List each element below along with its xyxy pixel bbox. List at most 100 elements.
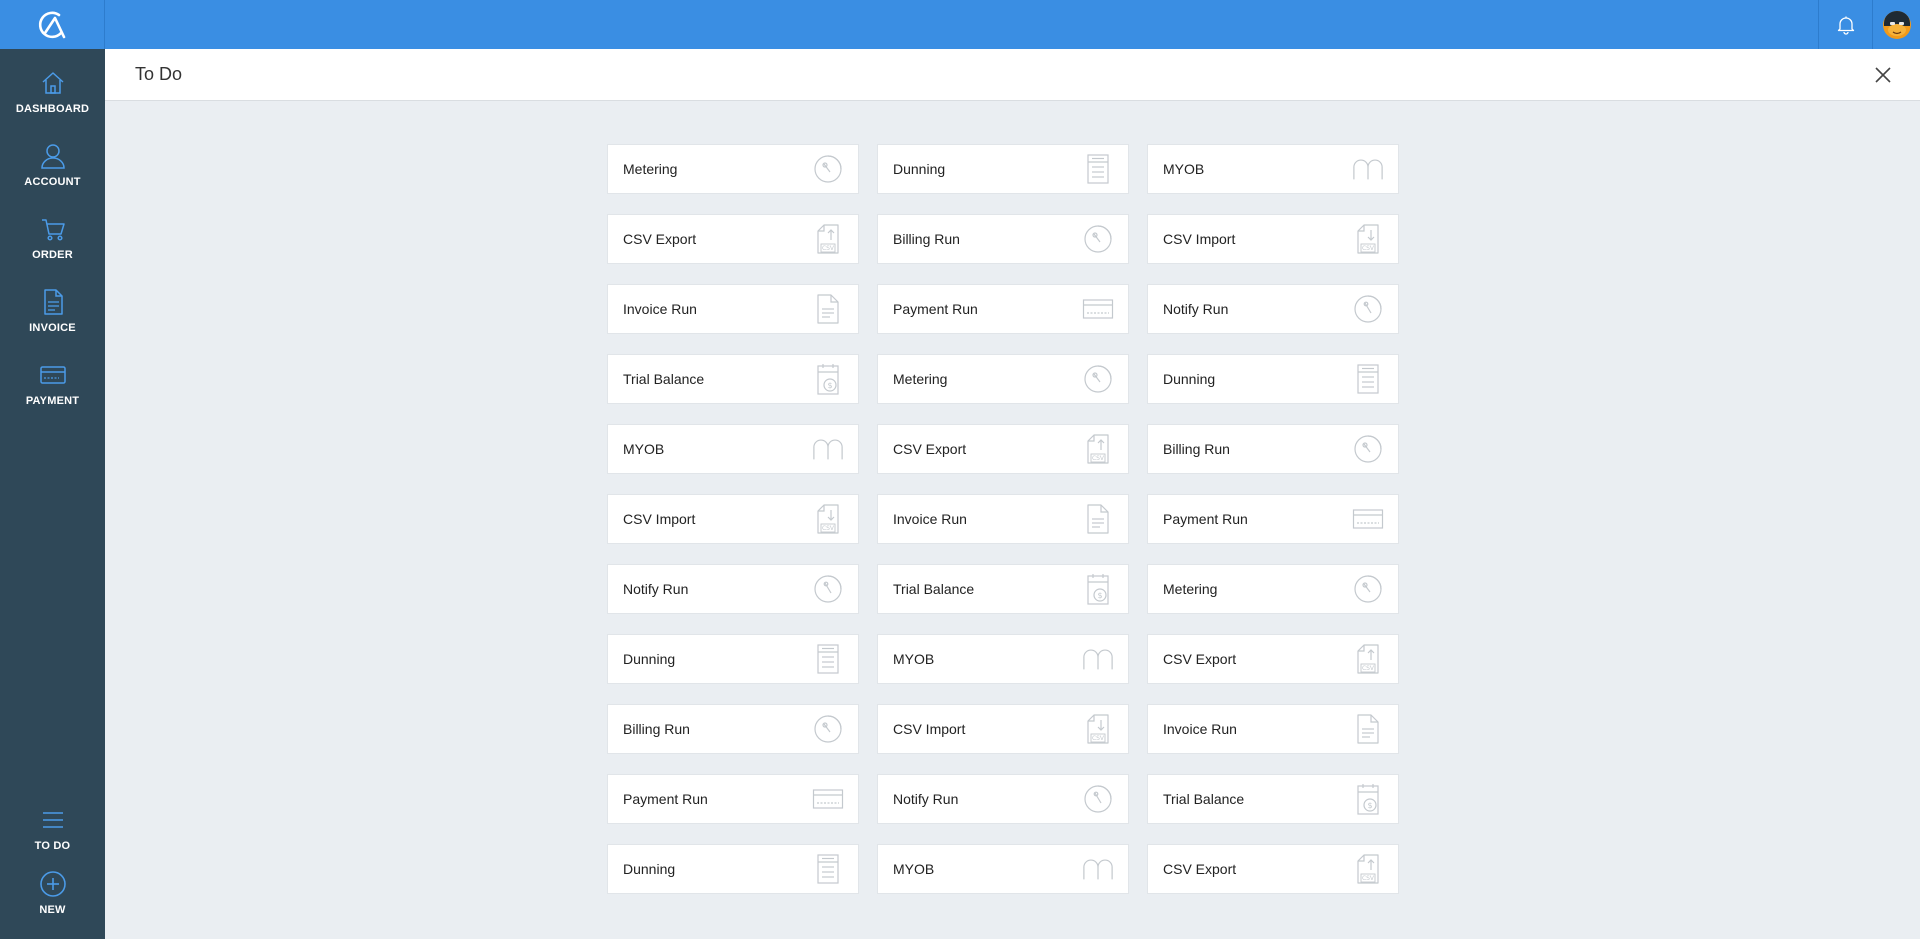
task-card-label: Billing Run bbox=[893, 231, 960, 247]
task-card-label: Dunning bbox=[623, 861, 676, 877]
task-card-label: Trial Balance bbox=[623, 371, 705, 387]
task-card[interactable]: Billing Run bbox=[877, 214, 1129, 264]
sidebar-item-label: INVOICE bbox=[29, 322, 76, 334]
app-logo[interactable] bbox=[0, 0, 105, 49]
menu-icon bbox=[42, 812, 63, 828]
task-card-label: MYOB bbox=[893, 651, 935, 667]
myob-icon bbox=[1082, 643, 1114, 675]
task-card-label: Metering bbox=[1163, 581, 1218, 597]
task-card[interactable]: Notify Run bbox=[607, 564, 859, 614]
task-card[interactable]: CSV Export CSV bbox=[607, 214, 859, 264]
task-card[interactable]: Dunning bbox=[607, 844, 859, 894]
task-card[interactable]: MYOB bbox=[877, 634, 1129, 684]
task-card[interactable]: Metering bbox=[607, 144, 859, 194]
task-card-label: Trial Balance bbox=[893, 581, 975, 597]
billing-run-icon bbox=[1082, 223, 1114, 255]
task-card-label: MYOB bbox=[623, 441, 665, 457]
avatar bbox=[1882, 10, 1911, 39]
task-card[interactable]: CSV Import CSV bbox=[607, 494, 859, 544]
svg-text:CSV: CSV bbox=[1092, 455, 1105, 462]
task-card[interactable]: Trial Balance $ bbox=[607, 354, 859, 404]
task-card-label: Metering bbox=[623, 161, 678, 177]
task-card[interactable]: Invoice Run bbox=[877, 494, 1129, 544]
task-card-label: Notify Run bbox=[623, 581, 689, 597]
task-card[interactable]: Invoice Run bbox=[1147, 704, 1399, 754]
page-header: To Do bbox=[105, 49, 1920, 101]
sidebar-item-label: PAYMENT bbox=[25, 395, 80, 407]
task-card-label: Payment Run bbox=[893, 301, 978, 317]
payment-run-icon bbox=[1082, 293, 1114, 325]
task-card-label: CSV Import bbox=[623, 511, 696, 527]
myob-icon bbox=[1082, 853, 1114, 885]
task-card[interactable]: Metering bbox=[877, 354, 1129, 404]
task-card[interactable]: CSV Export CSV bbox=[1147, 844, 1399, 894]
invoice-run-icon bbox=[812, 293, 844, 325]
task-card-label: CSV Export bbox=[1163, 651, 1237, 667]
close-icon[interactable] bbox=[1872, 64, 1894, 86]
task-card[interactable]: Payment Run bbox=[877, 284, 1129, 334]
sidebar-item-label: DASHBOARD bbox=[15, 103, 90, 115]
task-card[interactable]: MYOB bbox=[877, 844, 1129, 894]
task-card[interactable]: Billing Run bbox=[607, 704, 859, 754]
trial-balance-icon: $ bbox=[1082, 573, 1114, 605]
payment-run-icon bbox=[1352, 503, 1384, 535]
task-card[interactable]: CSV Import CSV bbox=[1147, 214, 1399, 264]
svg-text:CSV: CSV bbox=[1362, 245, 1375, 252]
task-card[interactable]: Billing Run bbox=[1147, 424, 1399, 474]
credit-card-icon bbox=[39, 366, 66, 384]
sidebar: DASHBOARD ACCOUNT ORDER INVOICE PAYMENT … bbox=[0, 49, 105, 939]
task-card-label: Invoice Run bbox=[1163, 721, 1237, 737]
task-card-label: MYOB bbox=[1163, 161, 1205, 177]
task-card[interactable]: Invoice Run bbox=[607, 284, 859, 334]
task-card-label: Invoice Run bbox=[893, 511, 967, 527]
task-card[interactable]: CSV Export CSV bbox=[1147, 634, 1399, 684]
task-card-label: Trial Balance bbox=[1163, 791, 1245, 807]
csv-export-icon: CSV bbox=[812, 223, 844, 255]
task-card[interactable]: MYOB bbox=[1147, 144, 1399, 194]
task-card-label: MYOB bbox=[893, 861, 935, 877]
top-bar bbox=[0, 0, 1920, 49]
sidebar-item-dashboard[interactable]: DASHBOARD bbox=[0, 69, 105, 133]
task-card[interactable]: Trial Balance $ bbox=[1147, 774, 1399, 824]
plus-circle-icon bbox=[39, 871, 66, 897]
csv-import-icon: CSV bbox=[812, 503, 844, 535]
metering-icon bbox=[1082, 363, 1114, 395]
task-card[interactable]: MYOB bbox=[607, 424, 859, 474]
trial-balance-icon: $ bbox=[812, 363, 844, 395]
sidebar-item-account[interactable]: ACCOUNT bbox=[0, 142, 105, 206]
sidebar-item-label: NEW bbox=[39, 904, 66, 916]
task-card[interactable]: Dunning bbox=[877, 144, 1129, 194]
task-card[interactable]: Dunning bbox=[607, 634, 859, 684]
task-card[interactable]: Dunning bbox=[1147, 354, 1399, 404]
task-card-label: CSV Import bbox=[1163, 231, 1236, 247]
myob-icon bbox=[1352, 153, 1384, 185]
trial-balance-icon: $ bbox=[1352, 783, 1384, 815]
notify-run-icon bbox=[1082, 783, 1114, 815]
bell-icon bbox=[1837, 16, 1854, 35]
sidebar-item-new[interactable]: NEW bbox=[0, 870, 105, 934]
svg-text:CSV: CSV bbox=[1362, 665, 1375, 672]
metering-icon bbox=[1352, 573, 1384, 605]
task-card[interactable]: Trial Balance $ bbox=[877, 564, 1129, 614]
task-card[interactable]: CSV Export CSV bbox=[877, 424, 1129, 474]
dunning-icon bbox=[812, 853, 844, 885]
svg-text:$: $ bbox=[1097, 591, 1102, 600]
sidebar-item-invoice[interactable]: INVOICE bbox=[0, 288, 105, 352]
notify-run-icon bbox=[1352, 293, 1384, 325]
task-card[interactable]: Metering bbox=[1147, 564, 1399, 614]
task-card[interactable]: Notify Run bbox=[877, 774, 1129, 824]
sidebar-item-payment[interactable]: PAYMENT bbox=[0, 361, 105, 425]
sidebar-item-todo[interactable]: TO DO bbox=[0, 806, 105, 870]
task-card[interactable]: Payment Run bbox=[607, 774, 859, 824]
task-card[interactable]: Notify Run bbox=[1147, 284, 1399, 334]
svg-text:$: $ bbox=[827, 381, 832, 390]
document-icon bbox=[43, 289, 63, 315]
metering-icon bbox=[812, 153, 844, 185]
task-card[interactable]: CSV Import CSV bbox=[877, 704, 1129, 754]
task-card-label: Billing Run bbox=[1163, 441, 1230, 457]
user-avatar-button[interactable] bbox=[1872, 0, 1920, 49]
svg-text:CSV: CSV bbox=[1092, 735, 1105, 742]
task-card[interactable]: Payment Run bbox=[1147, 494, 1399, 544]
notifications-button[interactable] bbox=[1818, 0, 1872, 49]
sidebar-item-order[interactable]: ORDER bbox=[0, 215, 105, 279]
